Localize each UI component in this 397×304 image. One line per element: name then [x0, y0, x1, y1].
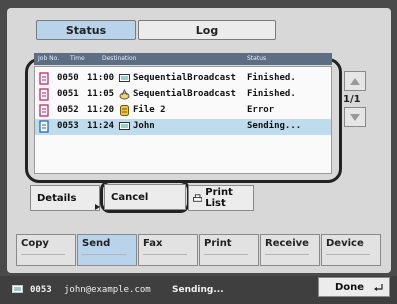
document-icon	[39, 104, 49, 117]
print-list-button[interactable]: Print List	[188, 185, 254, 211]
tab-status[interactable]: Status	[36, 20, 136, 40]
column-destination: Destination	[102, 55, 137, 62]
job-no: 0051	[57, 89, 79, 99]
print-list-label: Print List	[205, 187, 233, 209]
scroll-up-button[interactable]	[344, 71, 366, 91]
arrow-up-icon	[350, 77, 360, 85]
nav-device-label: Device	[326, 238, 364, 249]
column-header: Job No. Time Destination Status	[34, 53, 332, 65]
status-job-no: 0053	[30, 285, 52, 295]
column-job-no: Job No.	[38, 55, 60, 62]
column-status: Status	[247, 55, 267, 62]
job-status: Finished.	[247, 73, 296, 83]
document-icon	[39, 120, 49, 133]
job-row-selected[interactable]: 0053 11:24 John Sending...	[35, 119, 331, 135]
nav-copy-label: Copy	[21, 238, 49, 249]
job-list: 0050 11:00 SequentialBroadcast Finished.…	[34, 66, 332, 174]
job-no: 0052	[57, 105, 79, 115]
nav-divider	[143, 254, 187, 261]
job-status: Error	[247, 105, 275, 115]
document-icon	[39, 72, 49, 85]
nav-divider	[82, 254, 126, 261]
nav-print[interactable]: Print	[199, 234, 259, 266]
job-row[interactable]: 0050 11:00 SequentialBroadcast Finished.	[35, 71, 331, 87]
nav-receive[interactable]: Receive	[260, 234, 320, 266]
nav-print-label: Print	[204, 238, 232, 249]
job-time: 11:05	[87, 89, 115, 99]
cancel-label: Cancel	[111, 191, 149, 203]
nav-send-label: Send	[82, 238, 111, 249]
broadcast-icon	[119, 89, 130, 100]
tab-log[interactable]: Log	[138, 20, 276, 40]
tab-bar: Status Log	[30, 20, 276, 42]
job-row[interactable]: 0052 11:20 File 2 Error	[35, 103, 331, 119]
job-destination: File 2	[133, 105, 166, 115]
nav-fax-label: Fax	[143, 238, 163, 249]
printer-icon	[193, 193, 203, 202]
monitor-icon	[119, 74, 130, 82]
screen: Status Log Job No. Time Destination Stat…	[0, 0, 397, 304]
nav-copy[interactable]: Copy	[16, 234, 76, 266]
page-indicator: 1/1	[343, 94, 361, 105]
return-arrow-icon	[374, 284, 383, 291]
job-time: 11:20	[87, 105, 115, 115]
monitor-icon	[12, 285, 23, 293]
file-icon	[120, 105, 129, 116]
monitor-icon	[119, 122, 130, 130]
job-destination: John	[133, 121, 155, 131]
job-status: Finished.	[247, 89, 296, 99]
done-label: Done	[335, 281, 365, 293]
job-destination: SequentialBroadcast	[133, 73, 236, 83]
nav-receive-label: Receive	[265, 238, 309, 249]
details-label: Details	[37, 192, 77, 204]
nav-divider	[265, 254, 309, 261]
nav-divider	[204, 254, 248, 261]
job-time: 11:24	[87, 121, 115, 131]
cancel-button[interactable]: Cancel	[104, 184, 186, 210]
nav-fax[interactable]: Fax	[138, 234, 198, 266]
details-button[interactable]: Details	[30, 185, 100, 211]
job-time: 11:00	[87, 73, 115, 83]
document-icon	[39, 88, 49, 101]
arrow-down-icon	[350, 113, 360, 121]
job-no: 0050	[57, 73, 79, 83]
nav-divider	[21, 254, 65, 261]
nav-divider	[326, 254, 370, 261]
status-address: john@example.com	[64, 285, 151, 295]
job-status: Sending...	[247, 121, 302, 131]
column-time: Time	[70, 55, 85, 62]
status-state: Sending...	[172, 285, 224, 295]
job-row[interactable]: 0051 11:05 SequentialBroadcast Finished.	[35, 87, 331, 103]
scroll-down-button[interactable]	[344, 107, 366, 127]
done-button[interactable]: Done	[318, 277, 390, 297]
nav-device[interactable]: Device	[321, 234, 381, 266]
nav-send[interactable]: Send	[77, 234, 137, 266]
job-no: 0053	[57, 121, 79, 131]
job-destination: SequentialBroadcast	[133, 89, 236, 99]
